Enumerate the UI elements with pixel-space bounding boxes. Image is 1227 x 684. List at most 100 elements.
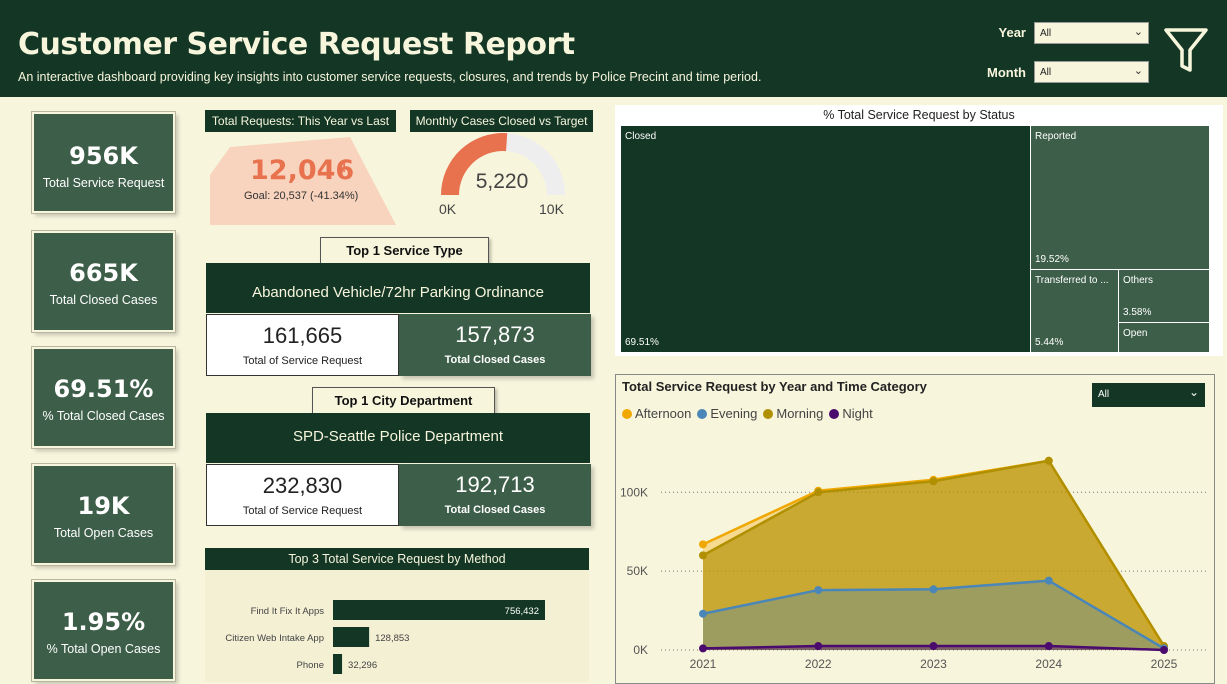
treemap-cell-label: Transferred to ... — [1035, 275, 1109, 286]
treemap-cell-open[interactable]: Open — [1119, 323, 1209, 352]
x-tick-label: 2025 — [1151, 657, 1178, 671]
treemap-cell-pct: 5.44% — [1035, 337, 1064, 348]
data-point-morning[interactable] — [929, 477, 938, 486]
kpi-total-open-cases: 19K Total Open Cases — [31, 463, 176, 566]
data-point-night[interactable] — [1044, 642, 1053, 651]
yoy-warning-icon: ! — [342, 160, 347, 175]
legend-label: Morning — [776, 406, 824, 421]
status-treemap: Closed 69.51% Reported 19.52% Transferre… — [621, 126, 1217, 352]
top-city-dept-label: Top 1 City Department — [312, 387, 495, 416]
data-point-morning[interactable] — [699, 551, 707, 560]
kpi-total-closed-cases: 665K Total Closed Cases — [31, 230, 176, 333]
legend-label: Afternoon — [635, 406, 692, 421]
kpi-label: % Total Closed Cases — [42, 409, 165, 423]
data-point-morning[interactable] — [814, 488, 823, 497]
top-dept-total-value: 232,830 — [262, 473, 343, 498]
data-point-evening[interactable] — [814, 586, 823, 595]
legend-label: Evening — [710, 406, 758, 421]
method-category-label: Phone — [297, 660, 324, 671]
kpi-value: 956K — [69, 142, 138, 170]
status-treemap-panel: % Total Service Request by Status Closed… — [615, 105, 1223, 356]
treemap-cell-pct: 19.52% — [1035, 254, 1069, 265]
method-category-label: Citizen Web Intake App — [225, 633, 324, 644]
chevron-down-icon: ⌄ — [1133, 65, 1143, 77]
month-filter-value: All — [1040, 67, 1052, 78]
year-filter-select[interactable]: All ⌄ — [1034, 22, 1149, 44]
method-value-label: 756,432 — [505, 606, 539, 617]
treemap-cell-label: Open — [1123, 328, 1148, 339]
data-point-evening[interactable] — [1044, 576, 1053, 585]
treemap-cell-label: Others — [1123, 275, 1154, 286]
data-point-morning[interactable] — [1044, 456, 1053, 465]
legend-item[interactable]: Morning — [763, 406, 823, 421]
treemap-cell-label: Closed — [625, 131, 657, 142]
top-city-dept-name: SPD-Seattle Police Department — [206, 413, 590, 463]
legend-item[interactable]: Night — [829, 406, 873, 421]
kpi-label: Total Service Request — [42, 176, 165, 190]
top-dept-closed-label: Total Closed Cases — [444, 504, 546, 516]
data-point-evening[interactable] — [929, 585, 938, 594]
treemap-cell-closed[interactable]: Closed 69.51% — [621, 126, 1030, 352]
kpi-value: 19K — [77, 492, 130, 520]
legend-swatch — [763, 409, 774, 419]
month-filter-select[interactable]: All ⌄ — [1034, 61, 1149, 83]
area-chart: 0K 50K 100K 2021 2022 2023 2024 2025 — [620, 456, 1206, 671]
top-dept-closed-value: 192,713 — [455, 472, 535, 497]
page-subtitle: An interactive dashboard providing key i… — [18, 70, 762, 84]
treemap-cell-pct: 3.58% — [1123, 307, 1152, 318]
legend-swatch — [697, 409, 708, 419]
kpi-label: Total Open Cases — [53, 526, 154, 540]
x-tick-label: 2023 — [920, 657, 947, 671]
treemap-cell-transferred[interactable]: Transferred to ... 5.44% — [1031, 270, 1118, 352]
time-category-dropdown-value: All — [1098, 389, 1110, 400]
funnel-icon[interactable] — [1163, 25, 1209, 75]
kpi-total-service-request: 956K Total Service Request — [31, 111, 176, 214]
treemap-cell-reported[interactable]: Reported 19.52% — [1031, 126, 1209, 269]
method-bar[interactable] — [333, 654, 343, 674]
data-point-night[interactable] — [699, 644, 707, 653]
treemap-cell-pct: 69.51% — [625, 337, 659, 348]
chevron-down-icon: ⌄ — [1188, 385, 1199, 399]
method-bar[interactable] — [333, 627, 370, 647]
area-chart-title: Total Service Request by Year and Time C… — [622, 379, 927, 394]
treemap-cell-others[interactable]: Others 3.58% — [1119, 270, 1209, 322]
y-tick-label: 100K — [620, 485, 648, 499]
data-point-night[interactable] — [814, 642, 823, 651]
kpi-label: Total Closed Cases — [49, 293, 158, 307]
top-service-closed-card: 157,873 Total Closed Cases — [399, 314, 591, 376]
gauge-title: Monthly Cases Closed vs Target — [410, 110, 593, 132]
method-value-label: 32,296 — [348, 660, 377, 671]
data-point-afternoon[interactable] — [699, 540, 707, 549]
top-service-type-name: Abandoned Vehicle/72hr Parking Ordinance — [206, 263, 590, 313]
method-category-label: Find It Fix It Apps — [251, 606, 325, 617]
gauge-value: 5,220 — [475, 170, 529, 193]
method-bar-chart: Find It Fix It Apps 756,432 Citizen Web In… — [225, 600, 545, 674]
x-tick-label: 2021 — [690, 657, 717, 671]
time-category-dropdown[interactable]: All ⌄ — [1092, 383, 1205, 407]
x-tick-label: 2022 — [805, 657, 832, 671]
status-treemap-title: % Total Service Request by Status — [823, 108, 1015, 122]
treemap-cell-label: Reported — [1035, 131, 1077, 142]
top-service-total-label: Total of Service Request — [242, 355, 363, 367]
method-chart-title: Top 3 Total Service Request by Method — [205, 548, 589, 570]
top-service-closed-value: 157,873 — [455, 322, 535, 347]
method-chart-panel: Top 3 Total Service Request by Method Fi… — [205, 548, 589, 682]
legend-item[interactable]: Afternoon — [622, 406, 691, 421]
kpi-pct-open-cases: 1.95% % Total Open Cases — [31, 579, 176, 682]
method-value-label: 128,853 — [375, 633, 409, 644]
year-filter-value: All — [1040, 28, 1052, 39]
month-filter-label: Month — [987, 65, 1026, 80]
legend-item[interactable]: Evening — [697, 406, 757, 421]
kpi-label: % Total Open Cases — [46, 642, 161, 656]
page-title: Customer Service Request Report — [18, 27, 575, 62]
top-service-closed-label: Total Closed Cases — [444, 354, 546, 366]
yoy-title: Total Requests: This Year vs Last — [205, 110, 396, 132]
data-point-night[interactable] — [1160, 646, 1168, 654]
area-chart-panel: Total Service Request by Year and Time C… — [615, 374, 1215, 684]
year-filter-label: Year — [998, 25, 1026, 40]
x-tick-label: 2024 — [1035, 657, 1062, 671]
kpi-value: 1.95% — [61, 608, 146, 636]
data-point-night[interactable] — [929, 642, 938, 651]
chevron-down-icon: ⌄ — [1133, 26, 1143, 38]
data-point-evening[interactable] — [699, 609, 707, 618]
